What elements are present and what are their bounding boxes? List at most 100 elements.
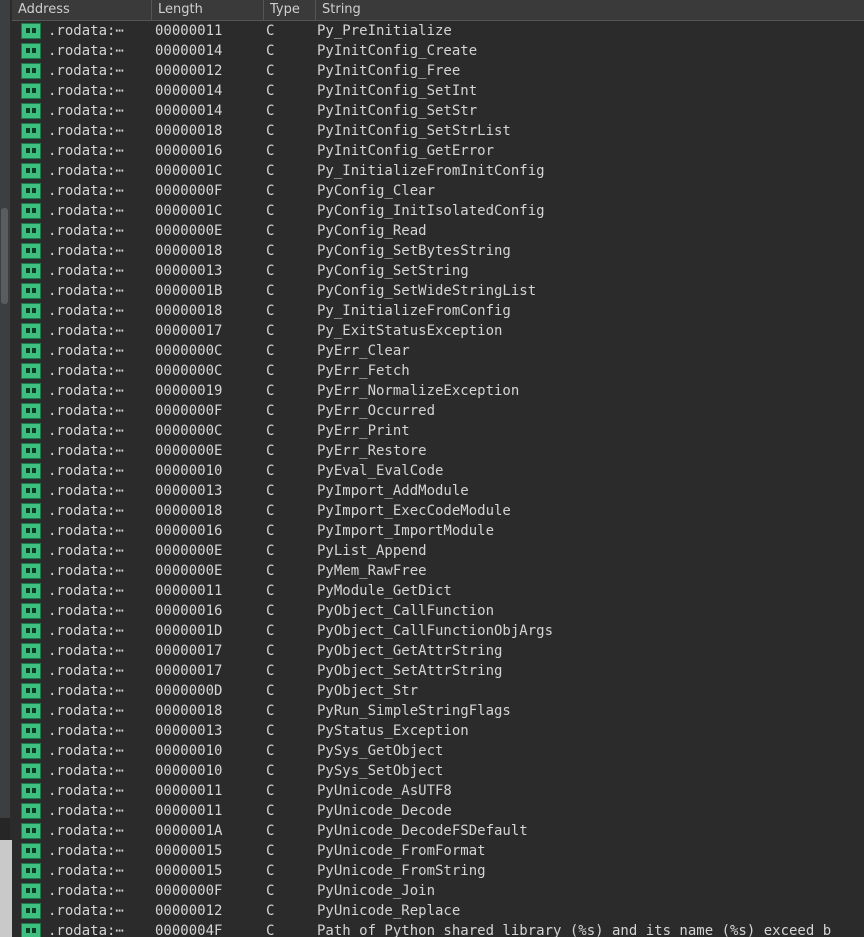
table-row[interactable]: .rodata:⋯ 00000012 C PyInitConfig_Free [12,61,864,81]
string-cell: Py_InitializeFromConfig [317,303,511,319]
table-row[interactable]: .rodata:⋯ 00000011 C PyUnicode_Decode [12,801,864,821]
table-row[interactable]: .rodata:⋯ 00000018 C PyImport_ExecCodeModul… [12,501,864,521]
table-row[interactable]: .rodata:⋯ 0000000F C PyConfig_Clear [12,181,864,201]
string-literal-icon [21,443,41,459]
length-cell: 00000011 [155,583,223,599]
column-header-string[interactable]: String [316,0,864,20]
string-cell: PyImport_ImportModule [317,523,495,539]
column-header-length[interactable]: Length [152,0,264,20]
table-row[interactable]: .rodata:⋯ 0000001A C PyUnicode_DecodeFSDefa… [12,821,864,841]
address-cell: .rodata:⋯ [48,163,124,179]
table-row[interactable]: .rodata:⋯ 0000000C C PyErr_Fetch [12,361,864,381]
address-cell: .rodata:⋯ [48,823,124,839]
type-cell: C [266,23,275,39]
table-row[interactable]: .rodata:⋯ 00000013 C PyImport_AddModule [12,481,864,501]
address-cell: .rodata:⋯ [48,183,124,199]
table-row[interactable]: .rodata:⋯ 00000011 C PyModule_GetDict [12,581,864,601]
table-row[interactable]: .rodata:⋯ 00000014 C PyInitConfig_Create [12,41,864,61]
column-header-type[interactable]: Type [264,0,316,20]
table-row[interactable]: .rodata:⋯ 00000010 C PySys_SetObject [12,761,864,781]
string-literal-icon [21,763,41,779]
table-row[interactable]: .rodata:⋯ 0000001C C Py_InitializeFromInitC… [12,161,864,181]
table-row[interactable]: .rodata:⋯ 0000000C C PyErr_Clear [12,341,864,361]
address-cell: .rodata:⋯ [48,563,124,579]
length-cell: 00000015 [155,863,223,879]
string-literal-icon [21,923,41,937]
table-row[interactable]: .rodata:⋯ 00000018 C PyRun_SimpleStringFlag… [12,701,864,721]
string-cell: PyObject_GetAttrString [317,643,503,659]
table-row[interactable]: .rodata:⋯ 00000013 C PyStatus_Exception [12,721,864,741]
column-header-address[interactable]: Address [12,0,152,20]
table-row[interactable]: .rodata:⋯ 00000010 C PyEval_EvalCode [12,461,864,481]
string-cell: Py_ExitStatusException [317,323,503,339]
string-literal-icon [21,43,41,59]
address-cell: .rodata:⋯ [48,503,124,519]
table-row[interactable]: .rodata:⋯ 0000000E C PyConfig_Read [12,221,864,241]
address-cell: .rodata:⋯ [48,123,124,139]
table-row[interactable]: .rodata:⋯ 00000017 C PyObject_GetAttrString [12,641,864,661]
table-row[interactable]: .rodata:⋯ 00000016 C PyInitConfig_GetError [12,141,864,161]
table-row[interactable]: .rodata:⋯ 0000001C C PyConfig_InitIsolatedC… [12,201,864,221]
string-cell: PyErr_NormalizeException [317,383,520,399]
string-cell: PyImport_ExecCodeModule [317,503,511,519]
table-row[interactable]: .rodata:⋯ 00000014 C PyInitConfig_SetStr [12,101,864,121]
table-row[interactable]: .rodata:⋯ 00000013 C PyConfig_SetString [12,261,864,281]
table-row[interactable]: .rodata:⋯ 0000000E C PyMem_RawFree [12,561,864,581]
table-row[interactable]: .rodata:⋯ 00000012 C PyUnicode_Replace [12,901,864,921]
table-row[interactable]: .rodata:⋯ 00000010 C PySys_GetObject [12,741,864,761]
length-cell: 00000010 [155,743,223,759]
left-panel-divider [0,818,10,840]
length-cell: 0000000F [155,183,223,199]
table-row[interactable]: .rodata:⋯ 0000000F C PyErr_Occurred [12,401,864,421]
table-row[interactable]: .rodata:⋯ 00000017 C PyObject_SetAttrString [12,661,864,681]
table-row[interactable]: .rodata:⋯ 0000001B C PyConfig_SetWideString… [12,281,864,301]
length-cell: 0000001D [155,623,223,639]
table-row[interactable]: .rodata:⋯ 00000018 C Py_InitializeFromConfi… [12,301,864,321]
table-row[interactable]: .rodata:⋯ 00000011 C Py_PreInitialize [12,21,864,41]
address-cell: .rodata:⋯ [48,143,124,159]
length-cell: 0000000E [155,223,223,239]
table-row[interactable]: .rodata:⋯ 0000000F C PyUnicode_Join [12,881,864,901]
table-row[interactable]: .rodata:⋯ 00000015 C PyUnicode_FromFormat [12,841,864,861]
string-literal-icon [21,343,41,359]
table-row[interactable]: .rodata:⋯ 00000018 C PyInitConfig_SetStrLis… [12,121,864,141]
table-row[interactable]: .rodata:⋯ 00000016 C PyObject_CallFunction [12,601,864,621]
table-row[interactable]: .rodata:⋯ 0000000C C PyErr_Print [12,421,864,441]
length-cell: 00000019 [155,383,223,399]
length-cell: 00000012 [155,903,223,919]
table-row[interactable]: .rodata:⋯ 0000004F C Path of Python shared … [12,921,864,937]
address-cell: .rodata:⋯ [48,263,124,279]
length-cell: 00000013 [155,723,223,739]
length-cell: 0000001B [155,283,223,299]
table-row[interactable]: .rodata:⋯ 00000017 C Py_ExitStatusException [12,321,864,341]
table-row[interactable]: .rodata:⋯ 0000000E C PyErr_Restore [12,441,864,461]
table-row[interactable]: .rodata:⋯ 00000015 C PyUnicode_FromString [12,861,864,881]
table-row[interactable]: .rodata:⋯ 00000016 C PyImport_ImportModule [12,521,864,541]
table-row[interactable]: .rodata:⋯ 0000001D C PyObject_CallFunctionO… [12,621,864,641]
type-cell: C [266,463,275,479]
type-cell: C [266,223,275,239]
table-row[interactable]: .rodata:⋯ 00000018 C PyConfig_SetBytesStrin… [12,241,864,261]
type-cell: C [266,243,275,259]
string-cell: PyInitConfig_SetInt [317,83,478,99]
table-row[interactable]: .rodata:⋯ 00000011 C PyUnicode_AsUTF8 [12,781,864,801]
string-literal-icon [21,883,41,899]
address-cell: .rodata:⋯ [48,583,124,599]
type-cell: C [266,803,275,819]
address-cell: .rodata:⋯ [48,243,124,259]
table-row[interactable]: .rodata:⋯ 0000000D C PyObject_Str [12,681,864,701]
length-cell: 00000016 [155,603,223,619]
address-cell: .rodata:⋯ [48,763,124,779]
string-literal-icon [21,803,41,819]
table-row[interactable]: .rodata:⋯ 00000019 C PyErr_NormalizeExcepti… [12,381,864,401]
table-row[interactable]: .rodata:⋯ 0000000E C PyList_Append [12,541,864,561]
length-cell: 0000000C [155,343,223,359]
length-cell: 0000000D [155,683,223,699]
string-literal-icon [21,903,41,919]
table-row[interactable]: .rodata:⋯ 00000014 C PyInitConfig_SetInt [12,81,864,101]
type-cell: C [266,443,275,459]
left-panel-scrollbar[interactable] [1,208,8,304]
address-cell: .rodata:⋯ [48,683,124,699]
length-cell: 0000001C [155,163,223,179]
type-cell: C [266,783,275,799]
